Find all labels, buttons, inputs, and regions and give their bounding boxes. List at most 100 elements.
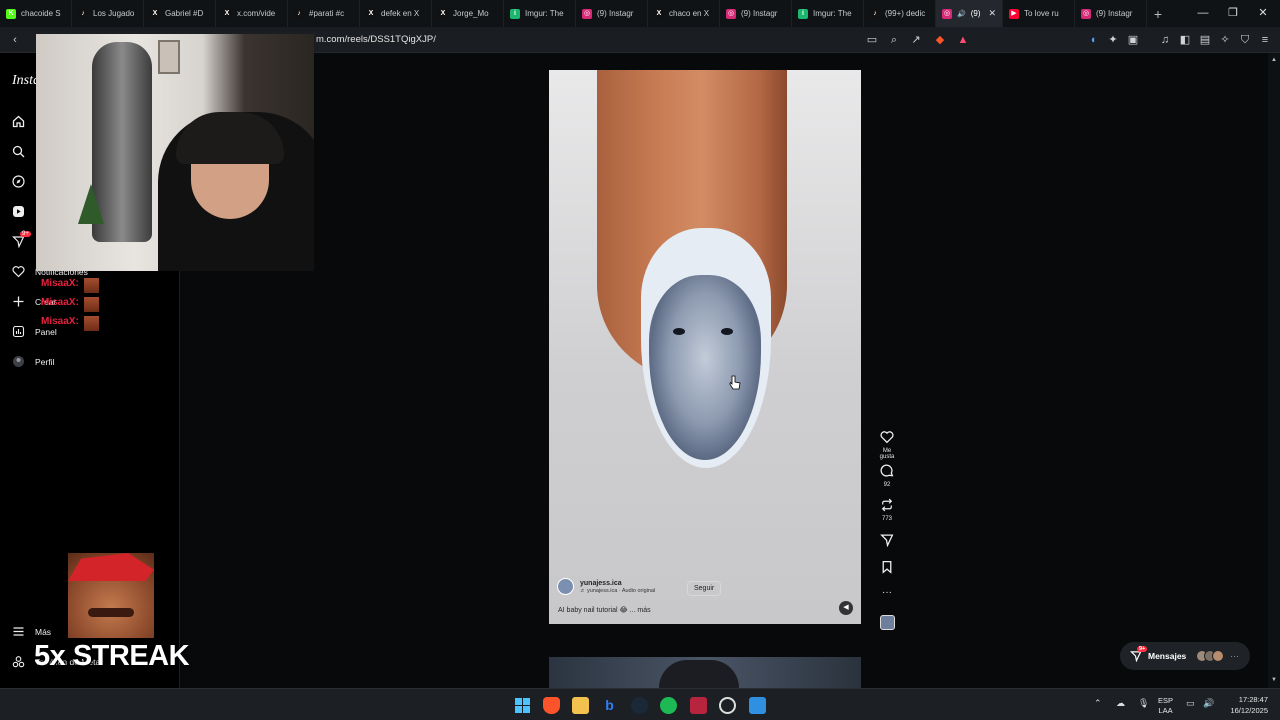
back-icon[interactable]: ‹ bbox=[8, 33, 22, 47]
audio-label[interactable]: ♬ yunajess.ica · Audio original bbox=[580, 588, 655, 594]
system-clock[interactable]: 17:28:47 16/12/2025 bbox=[1224, 694, 1268, 716]
browser-tab[interactable]: ◎ (9) Instagr bbox=[576, 0, 648, 27]
comment-count: 92 bbox=[883, 482, 891, 488]
browser-tab[interactable]: X Jorge_Mo bbox=[432, 0, 504, 27]
reader-mode-icon[interactable]: ▭ bbox=[865, 33, 879, 47]
x-icon: X bbox=[654, 8, 664, 19]
nail-art-eye bbox=[721, 328, 733, 335]
sidebar-item-explore[interactable] bbox=[12, 175, 25, 188]
next-reel-preview[interactable] bbox=[549, 657, 861, 688]
browser-tab[interactable]: Xdefek en X bbox=[360, 0, 432, 27]
vpn-icon[interactable]: ⛉ bbox=[1238, 33, 1252, 47]
browser-tab[interactable]: Kchacoide S bbox=[0, 0, 72, 27]
sidebar-item-more[interactable]: Más bbox=[12, 625, 51, 638]
audio-thumbnail[interactable] bbox=[876, 615, 898, 630]
messages-button[interactable]: 9+ Mensajes ··· bbox=[1120, 642, 1250, 670]
imgur-icon: i bbox=[798, 8, 808, 19]
repost-button[interactable]: 773 bbox=[876, 498, 898, 522]
tray-app-icon[interactable]: ☁ bbox=[1116, 698, 1125, 709]
sidebar-item-messages[interactable]: 9+ bbox=[12, 231, 31, 248]
sidebar-item-profile[interactable]: Perfil bbox=[12, 355, 54, 368]
tray-overflow-icon[interactable]: ⌃ bbox=[1094, 698, 1102, 709]
scroll-up-icon[interactable]: ▲ bbox=[1271, 57, 1277, 63]
microphone-icon[interactable]: 🎙 bbox=[1138, 698, 1149, 709]
minimize-icon[interactable]: — bbox=[1188, 0, 1218, 27]
audio-playing-icon[interactable]: ◖ bbox=[1086, 33, 1100, 47]
like-button[interactable]: Me gusta bbox=[876, 430, 898, 460]
browser-tab[interactable]: ▶ To love ru bbox=[1003, 0, 1075, 27]
url-field[interactable]: m.com/reels/DSS1TQigXJP/ bbox=[316, 34, 436, 45]
browser-tab[interactable]: Xx.com/vide bbox=[216, 0, 288, 27]
music-icon[interactable]: ♫ bbox=[1158, 33, 1172, 47]
sidebar-item-search[interactable] bbox=[12, 145, 25, 158]
author-name[interactable]: yunajess.ica bbox=[580, 580, 655, 587]
tab-title: (9) Instagr bbox=[597, 9, 634, 18]
brave-rewards-icon[interactable]: ▲ bbox=[956, 33, 970, 47]
tab-audio-icon[interactable]: 🔊 bbox=[957, 10, 966, 18]
save-button[interactable] bbox=[876, 560, 898, 578]
browser-tab[interactable]: ◎ (9) Instagr bbox=[1075, 0, 1147, 27]
lang-layout: LAA bbox=[1158, 706, 1173, 715]
reels-icon bbox=[12, 205, 25, 218]
keyboard-language[interactable]: ESP LAA bbox=[1158, 696, 1173, 716]
restore-icon[interactable]: ❐ bbox=[1218, 0, 1248, 27]
github-desktop-icon[interactable] bbox=[719, 697, 736, 714]
browser-tab[interactable]: ◎ 🔊 (9) ✕ bbox=[936, 0, 1003, 27]
zoom-icon[interactable]: ⌕ bbox=[887, 33, 901, 47]
paint-app-icon[interactable] bbox=[749, 697, 766, 714]
comment-button[interactable]: 92 bbox=[876, 464, 898, 488]
page-scrollbar[interactable]: ▲ ▼ bbox=[1268, 53, 1280, 688]
screenshot-icon[interactable]: ▣ bbox=[1126, 33, 1140, 47]
messages-badge: 9+ bbox=[1137, 646, 1148, 652]
bookmark-icon bbox=[882, 560, 892, 574]
menu-icon[interactable]: ≡ bbox=[1258, 33, 1272, 47]
reel-author[interactable]: yunajess.ica ♬ yunajess.ica · Audio orig… bbox=[557, 578, 655, 595]
file-explorer-icon[interactable] bbox=[572, 697, 589, 714]
brave-browser-icon[interactable] bbox=[543, 697, 560, 714]
sidebar-toggle-icon[interactable]: ◧ bbox=[1178, 33, 1192, 47]
dashboard-icon bbox=[12, 325, 25, 338]
windows-start-icon[interactable] bbox=[514, 697, 531, 714]
scroll-down-icon[interactable]: ▼ bbox=[1271, 677, 1277, 683]
sidebar-item-label: Perfil bbox=[35, 356, 55, 367]
bing-icon[interactable]: b bbox=[601, 697, 618, 714]
brave-shield-icon[interactable]: ◆ bbox=[933, 33, 947, 47]
browser-tab[interactable]: i Imgur: The bbox=[792, 0, 864, 27]
chat-username: MisaaX: bbox=[41, 278, 79, 289]
browser-tab[interactable]: ♪ #parati #c bbox=[288, 0, 360, 27]
browser-tab[interactable]: ◎ (9) Instagr bbox=[720, 0, 792, 27]
mute-toggle-icon[interactable]: ◀ bbox=[839, 601, 853, 615]
message-avatars bbox=[1196, 650, 1225, 662]
tab-title: x.com/vide bbox=[237, 9, 276, 18]
steam-icon[interactable] bbox=[631, 697, 648, 714]
browser-tab[interactable]: Xchaco en X bbox=[648, 0, 720, 27]
new-tab-icon[interactable]: + bbox=[1147, 6, 1169, 22]
reel-caption[interactable]: AI baby nail tutorial 😂 ... más bbox=[558, 606, 651, 614]
audio-text: yunajess.ica · Audio original bbox=[587, 587, 656, 594]
browser-tab[interactable]: ♪ (99+) dedic bbox=[864, 0, 936, 27]
network-icon[interactable]: ▭ bbox=[1186, 698, 1195, 709]
lang-code: ESP bbox=[1158, 696, 1174, 705]
reel-video[interactable]: yunajess.ica ♬ yunajess.ica · Audio orig… bbox=[549, 70, 861, 624]
browser-tab[interactable]: X Gabriel #D bbox=[144, 0, 216, 27]
leo-ai-icon[interactable]: ✧ bbox=[1218, 33, 1232, 47]
sidebar-item-reels[interactable] bbox=[12, 205, 25, 218]
sidebar-item-home[interactable] bbox=[12, 115, 25, 128]
close-window-icon[interactable]: ✕ bbox=[1248, 0, 1278, 27]
author-avatar[interactable] bbox=[557, 578, 574, 595]
more-dots-icon[interactable]: ··· bbox=[1230, 651, 1239, 661]
more-options-icon[interactable]: ··· bbox=[876, 587, 898, 598]
share-button[interactable] bbox=[876, 533, 898, 551]
wallet-icon[interactable]: ▤ bbox=[1198, 33, 1212, 47]
extensions-icon[interactable]: ✦ bbox=[1106, 33, 1120, 47]
share-icon[interactable]: ↗ bbox=[909, 33, 923, 47]
follow-button[interactable]: Seguir bbox=[687, 581, 722, 596]
repost-icon bbox=[881, 498, 893, 512]
volume-icon[interactable]: 🔊 bbox=[1203, 698, 1214, 709]
messages-label: Mensajes bbox=[1148, 651, 1187, 661]
close-tab-icon[interactable]: ✕ bbox=[988, 8, 996, 19]
spotify-icon[interactable] bbox=[660, 697, 677, 714]
browser-tab[interactable]: i Imgur: The bbox=[504, 0, 576, 27]
streaming-app-icon[interactable] bbox=[690, 697, 707, 714]
browser-tab[interactable]: ♪ Los Jugado bbox=[72, 0, 144, 27]
